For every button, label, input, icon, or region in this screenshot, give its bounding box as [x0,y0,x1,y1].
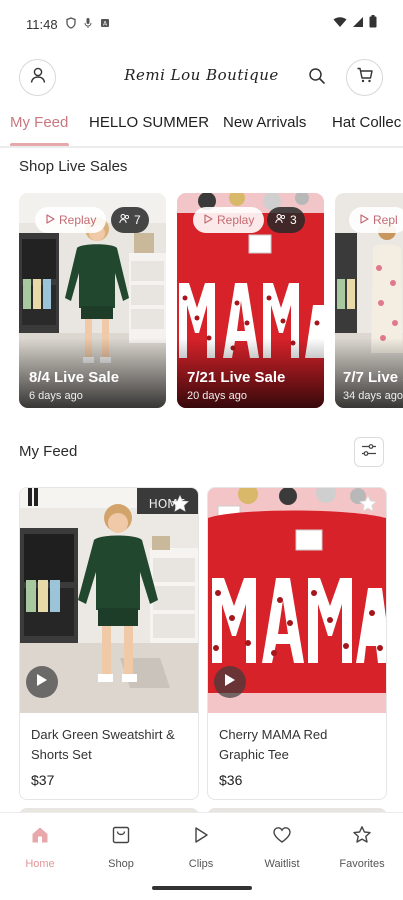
brand-logo: Remi Lou Boutique [124,66,279,84]
replay-badge[interactable]: Replay [193,207,265,233]
live-sale-card[interactable]: Replay 3 7/21 Live Sale 20 days ago [177,193,324,408]
star-icon [352,825,372,850]
nav-label: Shop [108,858,134,870]
viewers-icon [119,213,130,227]
wifi-icon [333,15,347,33]
replay-badge[interactable]: Replay [35,207,107,233]
nav-label: Favorites [339,858,385,870]
app-header: Remi Lou Boutique [0,58,403,98]
replay-label: Replay [59,213,97,227]
status-left: 11:48 A [26,17,110,32]
tab-new-arrivals[interactable]: New Arrivals [223,114,306,131]
microphone-icon [84,17,92,32]
status-right [333,15,377,33]
search-icon [308,67,326,90]
live-sales-title: Shop Live Sales [19,158,128,175]
replay-label: Replay [217,213,255,227]
cart-button[interactable] [346,59,383,96]
live-sale-title: 7/21 Live Sale [187,369,286,386]
live-sale-time: 20 days ago [187,390,247,402]
replay-badge[interactable]: Repl [349,207,403,233]
nav-clips[interactable]: Clips [166,825,236,870]
category-tabs: My Feed HELLO SUMMER New Arrivals Hat Co… [0,110,403,148]
viewer-count: 7 [134,213,141,227]
shield-icon [65,16,76,32]
video-play-button[interactable] [214,666,246,698]
cart-icon [356,66,374,89]
nav-shop[interactable]: Shop [86,825,156,870]
video-play-button[interactable] [26,666,58,698]
active-tab-indicator [10,143,69,146]
play-outline-icon [203,213,213,227]
heart-icon [272,825,292,850]
tab-hat-collection[interactable]: Hat Collec [332,114,401,131]
sliders-icon [361,443,377,462]
notification-icon: A [100,18,110,31]
star-icon [358,494,378,519]
viewer-count: 3 [290,213,297,227]
shop-icon [111,825,131,850]
live-sale-title: 8/4 Live Sale [29,369,120,386]
product-price: $36 [219,772,243,788]
play-icon [191,825,211,850]
viewers-icon [275,213,286,227]
star-icon [170,494,190,519]
home-indicator[interactable] [152,886,252,890]
favorite-button[interactable] [168,494,192,518]
live-sale-time: 34 days ago [343,390,403,402]
viewer-count-badge: 7 [111,207,149,233]
signal-icon [352,15,364,33]
play-outline-icon [45,213,55,227]
nav-label: Clips [188,858,214,870]
favorite-button[interactable] [356,494,380,518]
live-sale-time: 6 days ago [29,390,83,402]
filter-button[interactable] [354,437,384,467]
live-sale-card[interactable]: Repl 7/7 Live S 34 days ago [335,193,403,408]
live-sale-card[interactable]: Replay 7 8/4 Live Sale 6 days ago [19,193,166,408]
nav-waitlist[interactable]: Waitlist [247,825,317,870]
product-name: Cherry MAMA Red Graphic Tee [219,727,328,762]
product-name: Dark Green Sweatshirt & Shorts Set [31,727,175,762]
home-icon [30,825,50,850]
play-icon [36,673,48,692]
status-time: 11:48 [26,16,58,32]
live-sales-carousel: Replay 7 8/4 Live Sale 6 days ago Replay… [0,193,403,408]
play-outline-icon [359,213,369,227]
my-feed-title: My Feed [19,443,78,460]
tab-hello-summer[interactable]: HELLO SUMMER [89,114,209,131]
live-sale-title: 7/7 Live S [343,369,403,386]
nav-label: Home [25,858,55,870]
product-price: $37 [31,772,55,788]
search-button[interactable] [305,66,329,90]
battery-icon [369,15,377,33]
nav-favorites[interactable]: Favorites [327,825,397,870]
tab-my-feed[interactable]: My Feed [10,114,68,131]
nav-label: Waitlist [264,858,300,870]
replay-label: Repl [373,213,398,227]
product-card[interactable]: Cherry MAMA Red Graphic Tee $36 [207,487,387,800]
product-card[interactable]: HOME Dark Green Sweatshirt & Shorts Set [19,487,199,800]
viewer-count-badge: 3 [267,207,305,233]
nav-home[interactable]: Home [5,825,75,870]
play-icon [224,673,236,692]
status-bar: 11:48 A [0,0,403,48]
